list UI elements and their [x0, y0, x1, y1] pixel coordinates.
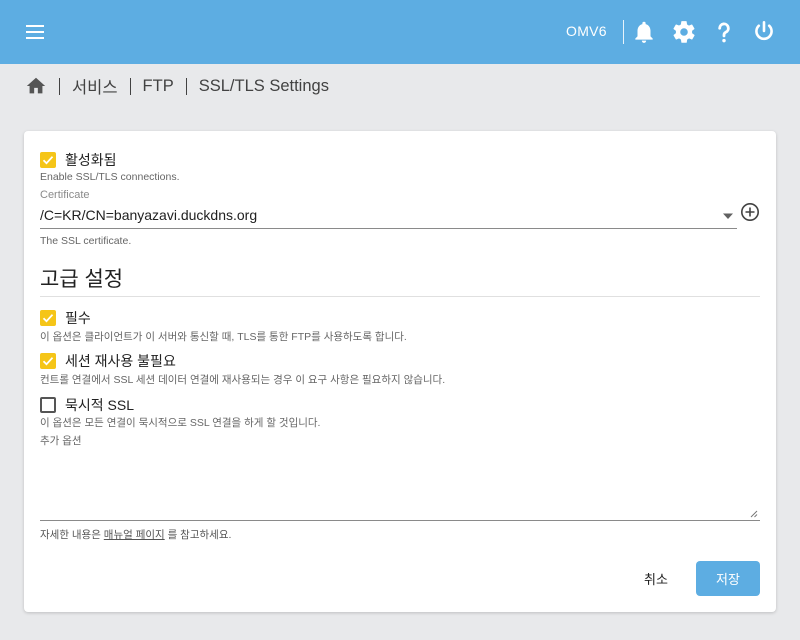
breadcrumb-services[interactable]: 서비스	[72, 74, 118, 98]
implicit-ssl-row: 묵시적 SSL	[40, 395, 134, 415]
breadcrumb-current: SSL/TLS Settings	[198, 76, 329, 95]
enabled-checkbox[interactable]	[40, 152, 56, 168]
gear-icon[interactable]	[671, 19, 697, 45]
menu-icon[interactable]	[22, 20, 50, 44]
enabled-row: 활성화됨	[40, 150, 117, 170]
chevron-down-icon	[723, 213, 733, 219]
implicit-ssl-label: 묵시적 SSL	[65, 397, 134, 413]
footnote-prefix: 자세한 내용은	[40, 529, 104, 541]
cancel-button[interactable]: 취소	[628, 561, 684, 595]
power-icon[interactable]	[751, 19, 777, 45]
resize-handle-icon[interactable]	[748, 508, 758, 518]
no-session-reuse-row: 세션 재사용 불필요	[40, 351, 176, 371]
breadcrumb-separator	[185, 77, 187, 95]
certificate-value: /C=KR/CN=banyazavi.duckdns.org	[40, 207, 258, 223]
implicit-ssl-hint: 이 옵션은 모든 연결이 묵시적으로 SSL 연결을 하게 할 것입니다.	[40, 417, 321, 429]
enabled-hint: Enable SSL/TLS connections.	[40, 171, 180, 183]
home-icon[interactable]	[25, 75, 47, 97]
certificate-select[interactable]: /C=KR/CN=banyazavi.duckdns.org	[40, 203, 737, 229]
breadcrumb-ftp[interactable]: FTP	[143, 77, 174, 96]
add-certificate-icon[interactable]	[740, 202, 760, 222]
enabled-label: 활성화됨	[65, 152, 117, 168]
certificate-label: Certificate	[40, 189, 90, 201]
breadcrumb-separator	[59, 77, 60, 95]
no-session-reuse-label: 세션 재사용 불필요	[65, 353, 176, 369]
required-checkbox[interactable]	[40, 310, 56, 326]
footnote: 자세한 내용은 매뉴얼 페이지 를 참고하세요.	[40, 527, 231, 542]
certificate-hint: The SSL certificate.	[40, 235, 132, 247]
required-hint: 이 옵션은 클라이언트가 이 서버와 통신할 때, TLS를 통한 FTP를 사…	[40, 331, 407, 343]
breadcrumb: 서비스 FTP SSL/TLS Settings	[25, 74, 329, 98]
header-divider	[623, 20, 624, 44]
help-icon[interactable]	[711, 19, 737, 45]
extra-options-label: 추가 옵션	[40, 435, 82, 447]
advanced-settings-title: 고급 설정	[40, 268, 124, 291]
settings-card: 활성화됨 Enable SSL/TLS connections. Certifi…	[24, 131, 776, 612]
hostname-label: OMV6	[566, 23, 607, 39]
required-label: 필수	[65, 310, 91, 326]
no-session-reuse-hint: 컨트롤 연결에서 SSL 세션 데이터 연결에 재사용되는 경우 이 요구 사항…	[40, 374, 446, 386]
save-button[interactable]: 저장	[696, 561, 760, 596]
implicit-ssl-checkbox[interactable]	[40, 397, 56, 413]
section-divider	[40, 296, 760, 297]
extra-options-textarea[interactable]	[40, 451, 760, 521]
bell-icon[interactable]	[631, 19, 657, 45]
no-session-reuse-checkbox[interactable]	[40, 353, 56, 369]
footnote-suffix: 를 참고하세요.	[164, 529, 232, 541]
required-row: 필수	[40, 308, 91, 328]
breadcrumb-separator	[129, 77, 131, 95]
top-bar: OMV6	[0, 0, 800, 64]
manual-page-link[interactable]: 매뉴얼 페이지	[104, 529, 165, 541]
